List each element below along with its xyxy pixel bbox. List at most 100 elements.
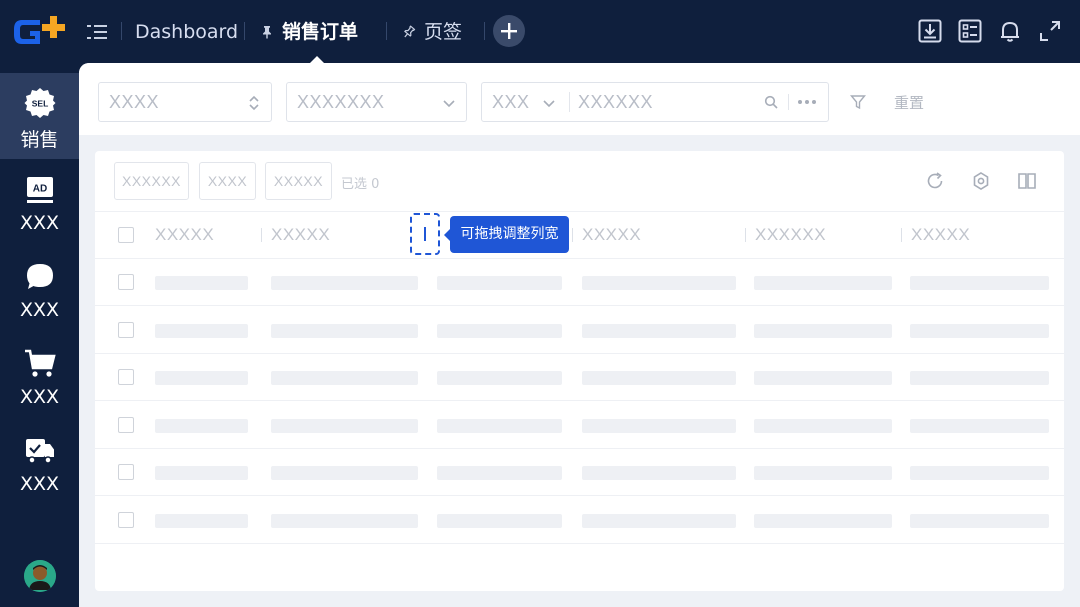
tab-sales-orders[interactable]: 销售订单 bbox=[260, 18, 358, 46]
columns-icon[interactable] bbox=[1017, 171, 1037, 191]
skeleton-cell bbox=[582, 513, 736, 528]
skeleton-cell bbox=[155, 323, 248, 338]
add-tab-button[interactable] bbox=[493, 15, 525, 47]
sidebar-item-chat[interactable]: XXX bbox=[0, 247, 79, 333]
skeleton-cell bbox=[582, 418, 736, 433]
sidebar-item-sales[interactable]: SEL 销售 bbox=[0, 73, 79, 159]
row-checkbox[interactable] bbox=[118, 321, 134, 338]
bell-icon[interactable] bbox=[998, 19, 1022, 43]
tab-label: 销售订单 bbox=[282, 21, 359, 43]
sidebar-item-label: XXX bbox=[19, 212, 60, 234]
row-checkbox[interactable] bbox=[118, 274, 134, 290]
skeleton-cell bbox=[155, 466, 248, 480]
filter-select-2[interactable]: XXXXXXX bbox=[286, 82, 467, 122]
skeleton-cell bbox=[754, 418, 892, 433]
table-row[interactable] bbox=[95, 402, 1064, 449]
skeleton-cell bbox=[437, 466, 562, 480]
column-header[interactable]: XXXXX bbox=[582, 225, 641, 245]
search-input[interactable]: XXXXXX bbox=[578, 92, 653, 113]
divider bbox=[569, 92, 570, 112]
toolbar-button-3[interactable]: XXXXX bbox=[265, 162, 332, 200]
filter-bar: XXXX XXXXXXX XXX XXXXXX 重置 bbox=[79, 63, 1080, 135]
row-checkbox[interactable] bbox=[118, 464, 134, 480]
sidebar-item-delivery[interactable]: XXX bbox=[0, 421, 79, 507]
sidebar-item-cart[interactable]: XXX bbox=[0, 334, 79, 420]
skeleton-cell bbox=[582, 371, 736, 385]
skeleton-cell bbox=[582, 276, 736, 290]
tab-label: 页签 bbox=[424, 21, 463, 43]
column-header[interactable]: XXXXX bbox=[155, 225, 214, 245]
skeleton-cell bbox=[271, 466, 418, 480]
skeleton-cell bbox=[437, 371, 562, 385]
tab-page[interactable]: 页签 bbox=[402, 18, 462, 46]
toolbar-button-1[interactable]: XXXXXX bbox=[114, 162, 189, 200]
chat-icon bbox=[26, 264, 53, 289]
cart-icon bbox=[24, 349, 56, 377]
skeleton-cell bbox=[910, 371, 1049, 385]
settings-icon[interactable] bbox=[971, 171, 991, 191]
reset-button[interactable]: 重置 bbox=[894, 92, 924, 113]
filter-icon[interactable] bbox=[850, 94, 866, 110]
sel-badge-icon: SEL bbox=[24, 88, 55, 118]
avatar[interactable] bbox=[24, 560, 56, 592]
top-bar: Dashboard 销售订单 页签 bbox=[0, 0, 1080, 64]
download-icon[interactable] bbox=[918, 19, 942, 43]
menu-icon[interactable] bbox=[87, 22, 107, 42]
column-resizer[interactable] bbox=[901, 228, 902, 242]
column-resizer[interactable] bbox=[745, 228, 746, 242]
chevron-down-icon[interactable] bbox=[542, 95, 556, 111]
skeleton-cell bbox=[155, 371, 248, 385]
row-checkbox[interactable] bbox=[118, 369, 134, 385]
sidebar-item-ad[interactable]: AD XXX bbox=[0, 160, 79, 246]
column-header[interactable]: XXXXXX bbox=[755, 225, 826, 245]
column-resizer[interactable] bbox=[572, 228, 573, 242]
skeleton-cell bbox=[582, 323, 736, 338]
skeleton-cell bbox=[437, 276, 562, 290]
table-row[interactable] bbox=[95, 354, 1064, 401]
table-row[interactable] bbox=[95, 307, 1064, 354]
expand-icon[interactable] bbox=[1038, 19, 1062, 43]
more-icon[interactable] bbox=[797, 99, 817, 105]
chevron-down-icon bbox=[443, 100, 455, 108]
sidebar: SEL 销售 AD XXX XXX XXX XXX bbox=[0, 63, 79, 607]
refresh-icon[interactable] bbox=[925, 171, 945, 191]
divider bbox=[484, 22, 485, 40]
selected-count: 已选 0 bbox=[341, 177, 380, 192]
sort-arrows-icon bbox=[249, 95, 259, 111]
resize-bar bbox=[424, 227, 426, 241]
column-header[interactable]: XXXXX bbox=[911, 225, 970, 245]
checklist-icon[interactable] bbox=[958, 19, 982, 43]
table-card: XXXXXX XXXX XXXXX 已选 0 XXXXX XXXXX XXXXX… bbox=[95, 151, 1064, 591]
column-resizer[interactable] bbox=[261, 228, 262, 242]
divider bbox=[386, 22, 387, 40]
search-icon[interactable] bbox=[764, 95, 778, 109]
column-header[interactable]: XXXXX bbox=[271, 225, 330, 245]
skeleton-cell bbox=[271, 371, 418, 385]
sidebar-item-label: 销售 bbox=[20, 129, 59, 151]
sidebar-item-label: XXX bbox=[19, 299, 60, 321]
tab-dashboard[interactable]: Dashboard bbox=[135, 18, 238, 46]
badge-text: AD bbox=[32, 184, 46, 195]
table-row[interactable] bbox=[95, 259, 1064, 306]
filter-select-2-value: XXXXXXX bbox=[297, 92, 385, 112]
skeleton-cell bbox=[271, 418, 418, 433]
skeleton-cell bbox=[754, 513, 892, 528]
select-all-checkbox[interactable] bbox=[118, 227, 134, 243]
table-row[interactable] bbox=[95, 497, 1064, 544]
table-row[interactable] bbox=[95, 449, 1064, 496]
column-resize-handle[interactable] bbox=[410, 213, 440, 255]
filter-select-1[interactable]: XXXX bbox=[98, 82, 272, 122]
skeleton-cell bbox=[910, 513, 1049, 528]
pin-outline-icon bbox=[404, 25, 416, 38]
plus-icon bbox=[501, 23, 517, 39]
tab-label: Dashboard bbox=[135, 21, 239, 43]
user-avatar-icon bbox=[24, 560, 56, 592]
badge-text: SEL bbox=[31, 99, 48, 109]
skeleton-cell bbox=[437, 418, 562, 433]
row-checkbox[interactable] bbox=[118, 511, 134, 528]
search-type-select[interactable]: XXX bbox=[492, 92, 530, 113]
row-checkbox[interactable] bbox=[118, 416, 134, 433]
skeleton-cell bbox=[910, 418, 1049, 433]
skeleton-cell bbox=[754, 323, 892, 338]
toolbar-button-2[interactable]: XXXX bbox=[199, 162, 256, 200]
